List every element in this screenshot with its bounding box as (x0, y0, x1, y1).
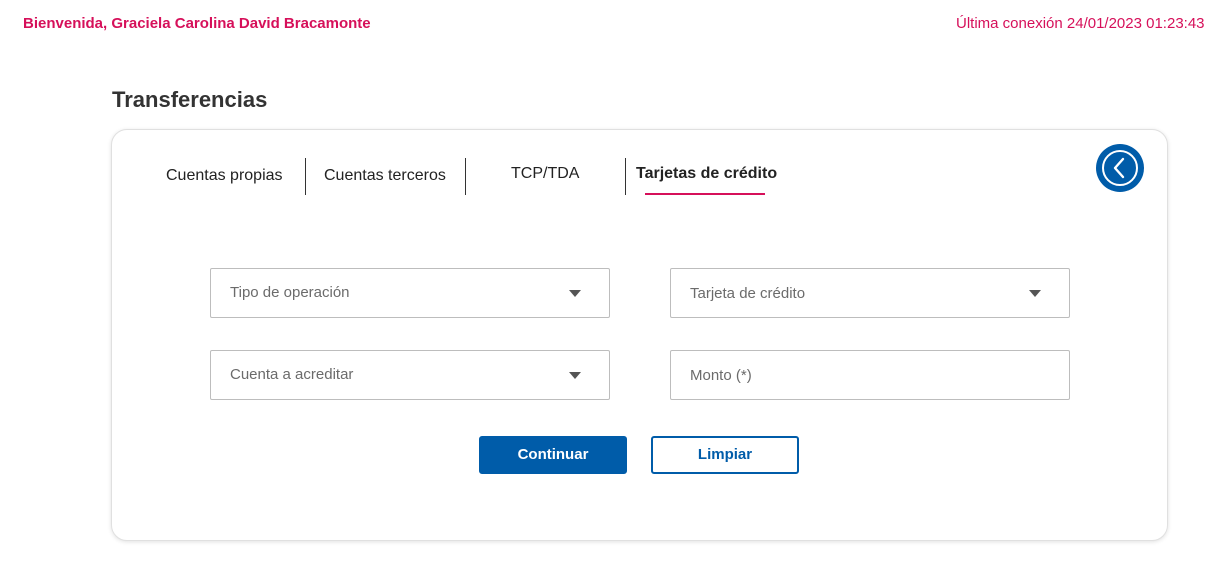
clear-button[interactable]: Limpiar (651, 436, 799, 474)
tab-divider (305, 158, 306, 195)
monto-input[interactable] (671, 351, 1069, 399)
back-button[interactable] (1096, 144, 1144, 192)
continue-button[interactable]: Continuar (479, 436, 627, 474)
cuenta-acreditar-placeholder: Cuenta a acreditar (230, 366, 354, 383)
caret-down-icon (1029, 290, 1041, 297)
caret-down-icon (569, 372, 581, 379)
transfer-card: Cuentas propias Cuentas terceros TCP/TDA… (111, 129, 1168, 541)
tarjeta-credito-select[interactable]: Tarjeta de crédito (670, 268, 1070, 318)
caret-down-icon (569, 290, 581, 297)
top-bar: Bienvenida, Graciela Carolina David Brac… (0, 0, 1226, 50)
tipo-operacion-select[interactable]: Tipo de operación (210, 268, 610, 318)
tab-tcp-tda[interactable]: TCP/TDA (511, 165, 579, 183)
tipo-operacion-placeholder: Tipo de operación (230, 284, 350, 301)
active-tab-indicator (645, 193, 765, 195)
chevron-left-icon (1102, 150, 1138, 186)
monto-field-wrapper (670, 350, 1070, 400)
tab-cuentas-propias[interactable]: Cuentas propias (166, 167, 283, 185)
tab-divider (465, 158, 466, 195)
tab-tarjetas-de-credito[interactable]: Tarjetas de crédito (636, 165, 777, 183)
tarjeta-credito-placeholder: Tarjeta de crédito (690, 285, 806, 302)
tab-divider (625, 158, 626, 195)
tab-cuentas-terceros[interactable]: Cuentas terceros (324, 167, 446, 185)
welcome-message: Bienvenida, Graciela Carolina David Brac… (23, 15, 371, 32)
last-connection-text: Última conexión 24/01/2023 01:23:43 (956, 15, 1205, 32)
page-title: Transferencias (112, 87, 268, 112)
cuenta-acreditar-select[interactable]: Cuenta a acreditar (210, 350, 610, 400)
